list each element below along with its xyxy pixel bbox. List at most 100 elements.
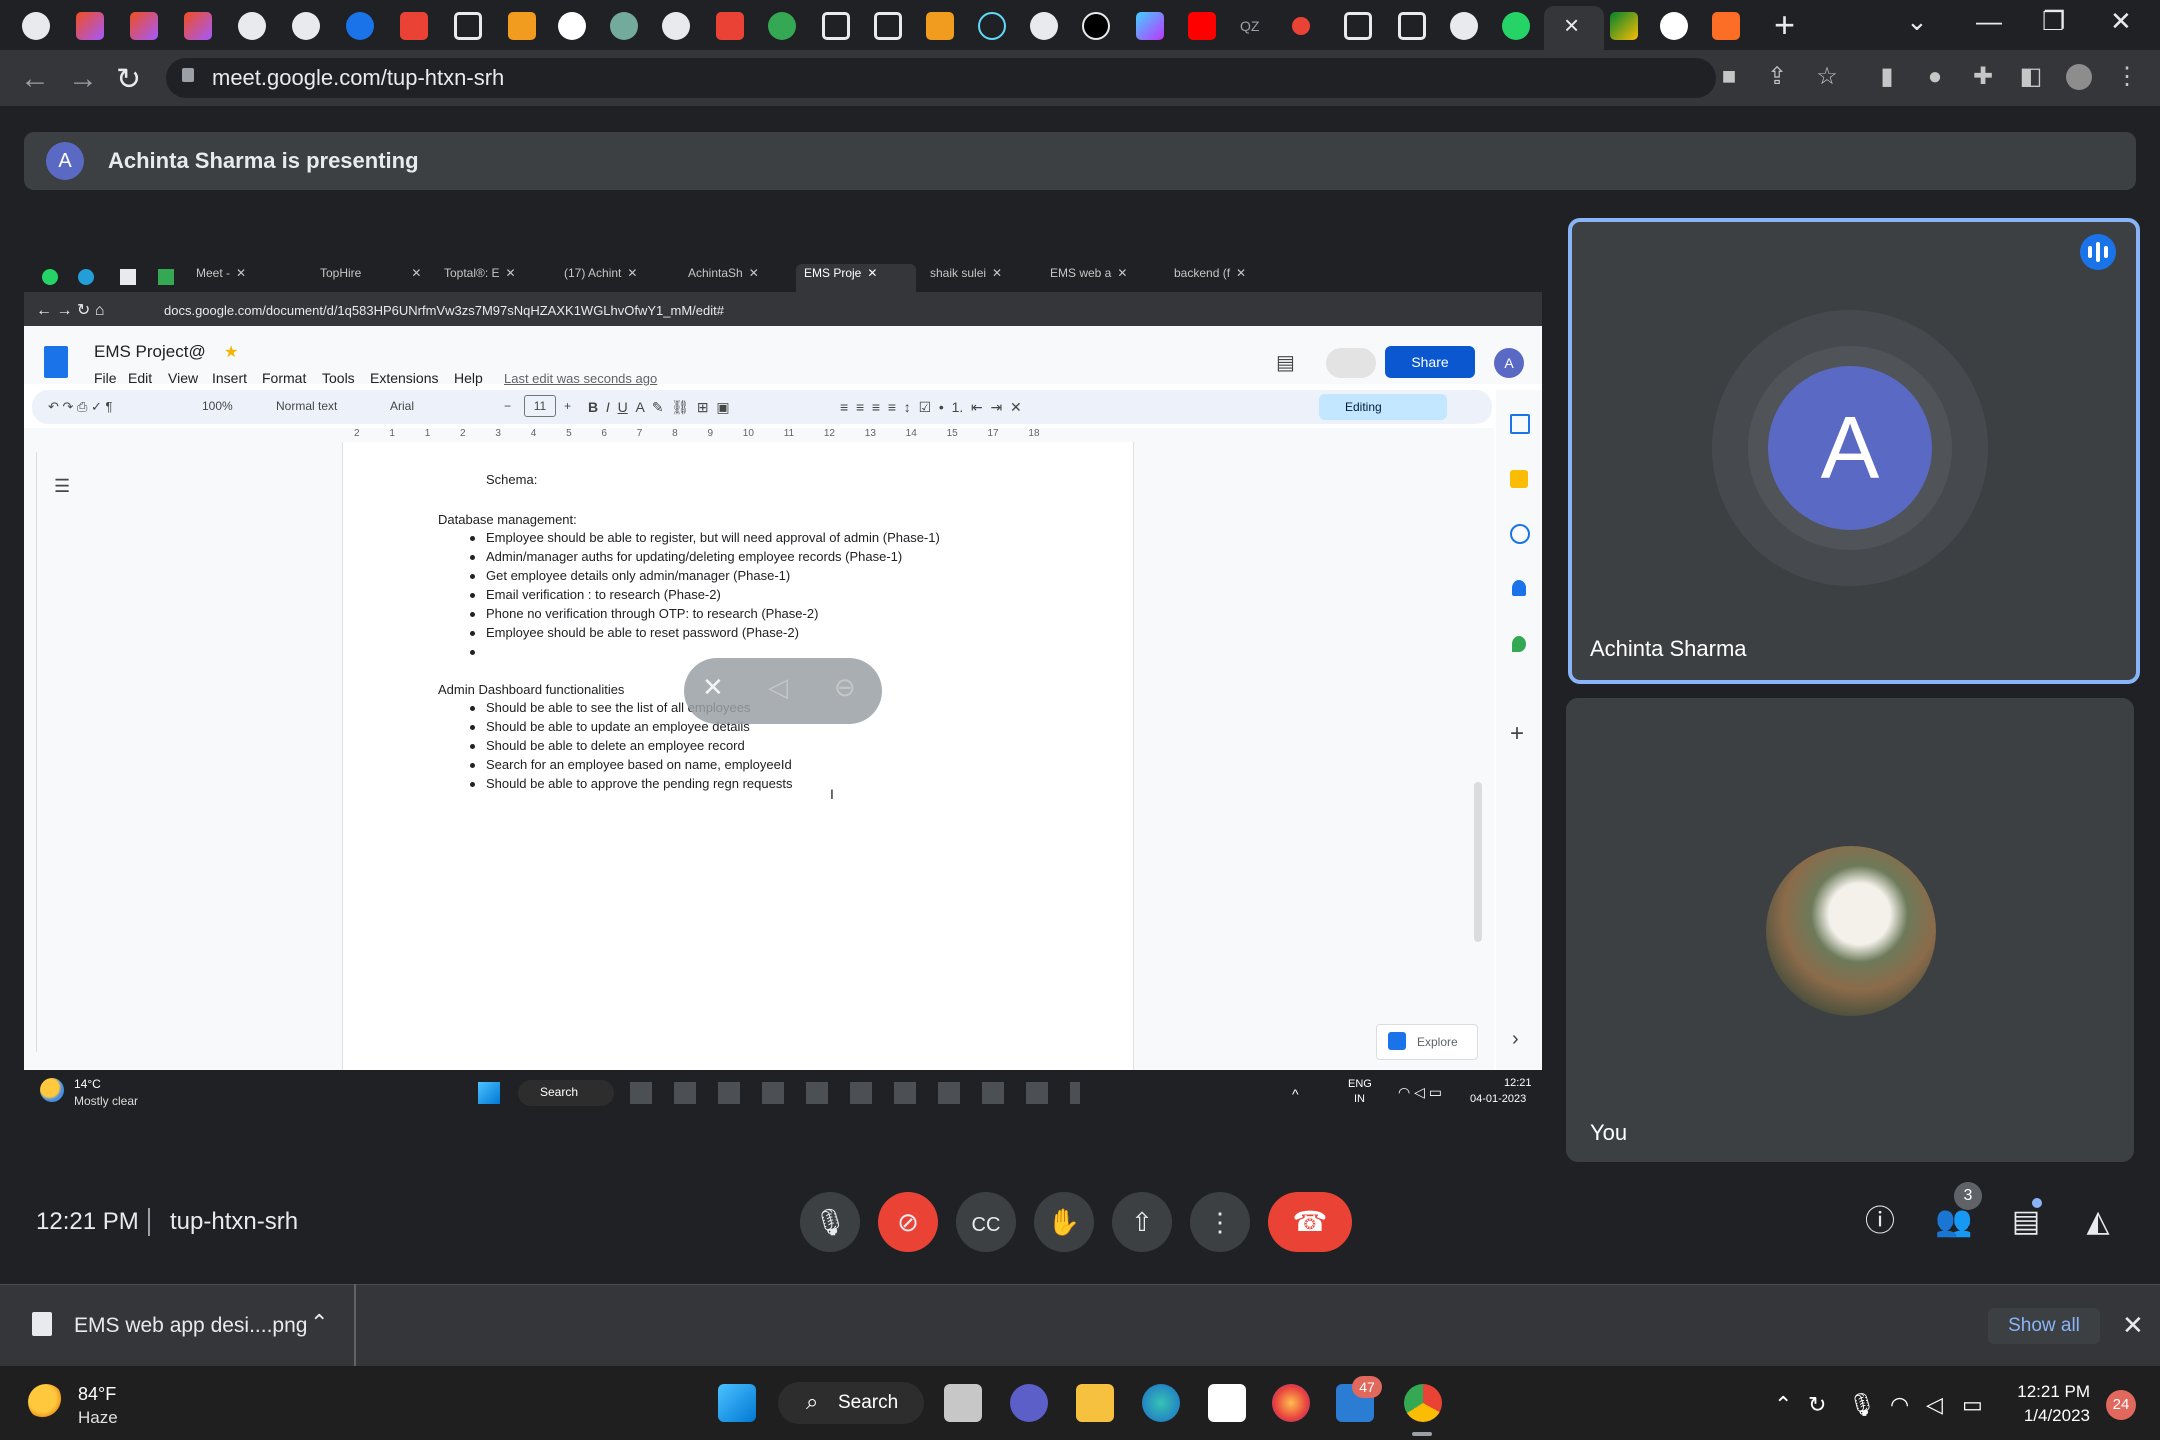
app-icon[interactable] [874,12,902,40]
firefox-icon[interactable] [1272,1384,1310,1422]
app-icon[interactable] [1344,12,1372,40]
captions-button[interactable]: CC [956,1192,1016,1252]
end-call-button[interactable]: ☎ [1268,1192,1352,1252]
sync-icon[interactable]: ↻ [1808,1392,1826,1418]
camera-off-button[interactable]: ⊘ [878,1192,938,1252]
reload-icon[interactable]: ↻ [116,62,141,97]
active-app-indicator [1412,1432,1432,1436]
bullet [470,782,475,787]
meeting-info-icon[interactable]: ⓘ [1860,1202,1900,1242]
ruler-tick: 8 [672,428,678,439]
app-icon[interactable] [22,12,50,40]
close-window-icon[interactable]: ✕ [2110,6,2132,37]
weather-temp[interactable]: 84°F [78,1384,116,1405]
close-tab-icon[interactable]: × [1564,10,1579,41]
weather-condition[interactable]: Haze [78,1408,118,1428]
bookmark-star-icon[interactable]: ☆ [1814,64,1840,90]
app-icon[interactable] [926,12,954,40]
task-view-icon[interactable] [944,1384,982,1422]
show-all-button[interactable]: Show all [1988,1308,2100,1344]
download-filename[interactable]: EMS web app desi....png [74,1314,307,1338]
extension-icon[interactable]: ● [1922,64,1948,90]
side-panel-icon[interactable]: ◧ [2018,64,2044,90]
camera-icon[interactable]: ■ [1716,64,1742,90]
share-icon[interactable]: ⇪ [1764,64,1790,90]
activities-icon[interactable]: ◭ [2078,1202,2118,1242]
microphone-icon[interactable]: 🎙 [1848,1392,1876,1418]
back-icon[interactable]: ← [20,62,50,96]
youtube-icon[interactable] [1188,12,1216,40]
google-icon[interactable] [1660,12,1688,40]
more-options-button[interactable]: ⋮ [1190,1192,1250,1252]
url-text[interactable]: meet.google.com/tup-htxn-srh [212,65,504,91]
app-icon[interactable] [454,12,482,40]
clock-date[interactable]: 1/4/2023 [2010,1406,2090,1426]
app-icon[interactable] [716,12,744,40]
lock-icon[interactable] [182,68,194,82]
app-icon[interactable] [1292,17,1310,35]
weather-icon[interactable] [28,1384,64,1420]
github-icon[interactable] [238,12,266,40]
meet-icon[interactable] [1610,12,1638,40]
mic-icon: 🎙 [813,1207,847,1237]
forward-icon[interactable]: → [68,62,98,96]
figma-icon[interactable] [184,12,212,40]
ruler-tick: 2 [354,428,360,439]
show-hidden-icons[interactable]: ⌃ [1774,1392,1792,1418]
audio-bar [2104,246,2108,258]
windows-start-icon[interactable] [718,1384,756,1422]
extension-icon[interactable]: ▮ [1874,64,1900,90]
whatsapp-icon[interactable] [1502,12,1530,40]
notification-badge[interactable]: 24 [2106,1390,2136,1420]
chevron-up-icon[interactable]: ⌃ [310,1310,328,1336]
menu-file: File [94,370,117,386]
restore-icon[interactable]: ❐ [2042,6,2065,37]
docs-header [24,326,1542,384]
app-icon[interactable] [400,12,428,40]
more-menu-icon[interactable]: ⋮ [2114,64,2140,90]
app-icon[interactable] [822,12,850,40]
chrome-icon[interactable] [1030,12,1058,40]
app-icon[interactable] [346,12,374,40]
microphone-button[interactable]: 🎙 [800,1192,860,1252]
wifi-icon[interactable]: ◠ [1890,1392,1909,1418]
ruler-tick: 13 [864,428,876,439]
gitlab-icon[interactable] [1712,12,1740,40]
font-select: Arial [390,399,415,413]
github-icon[interactable] [662,12,690,40]
file-explorer-icon[interactable] [1076,1384,1114,1422]
figma-icon[interactable] [130,12,158,40]
clock-time[interactable]: 12:21 PM [2010,1382,2090,1402]
google-icon[interactable] [558,12,586,40]
app-icon[interactable] [1082,12,1110,40]
battery-icon[interactable]: ▭ [1962,1392,1983,1418]
sheets-icon [158,269,174,285]
editing-mode-select: Editing [1319,394,1447,420]
chrome-icon[interactable] [1404,1384,1442,1422]
minimize-icon[interactable]: — [1976,6,2002,37]
figma-icon[interactable] [76,12,104,40]
vite-icon[interactable] [1136,12,1164,40]
shared-tab: EMS Proje ✕ [804,266,878,280]
extensions-puzzle-icon[interactable]: ✚ [1970,64,1996,90]
profile-avatar[interactable] [2066,64,2092,90]
github-icon[interactable] [1450,12,1478,40]
chat-icon[interactable]: ▤ [2006,1202,2046,1242]
chatgpt-icon[interactable] [610,12,638,40]
app-icon[interactable] [508,12,536,40]
tab-search-icon[interactable]: ⌄ [1906,6,1928,37]
qz-icon[interactable]: QZ [1240,12,1268,40]
github-icon[interactable] [292,12,320,40]
teams-chat-icon[interactable] [1010,1384,1048,1422]
volume-icon[interactable]: ◁ [1926,1392,1943,1418]
raise-hand-button[interactable]: ✋ [1034,1192,1094,1252]
present-button[interactable]: ⇧ [1112,1192,1172,1252]
react-icon[interactable] [978,12,1006,40]
close-icon[interactable]: ✕ [2122,1310,2144,1341]
store-icon[interactable] [1208,1384,1246,1422]
edge-icon[interactable] [1142,1384,1180,1422]
check-icon[interactable] [768,12,796,40]
new-tab-button[interactable]: + [1774,4,1795,46]
captions-icon: CC [971,1214,1001,1236]
app-icon[interactable] [1398,12,1426,40]
